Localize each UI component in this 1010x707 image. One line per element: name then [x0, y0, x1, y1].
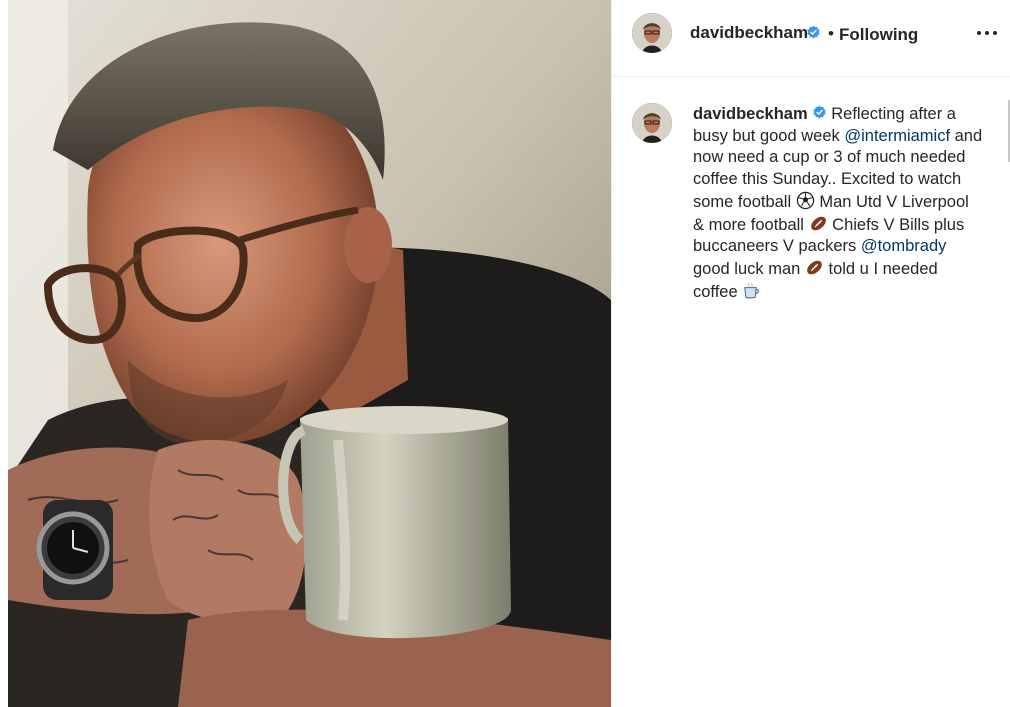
post-sidebar: davidbeckham • Following davidbeckham Re… [611, 0, 1010, 707]
caption-text: good luck man [693, 259, 805, 278]
more-options-button[interactable] [974, 22, 1000, 44]
american-football-emoji-icon [807, 260, 822, 275]
verified-badge-icon [812, 105, 826, 119]
avatar[interactable] [632, 13, 672, 53]
header-username-link[interactable]: davidbeckham [690, 23, 808, 43]
post-header: davidbeckham • Following [612, 0, 1010, 77]
profile-photo-icon [632, 103, 672, 143]
separator-dot: • [828, 24, 834, 43]
mention-link[interactable]: @intermiamicf [844, 127, 950, 145]
more-options-icon [977, 31, 997, 35]
post-photo[interactable] [8, 0, 611, 707]
american-football-emoji-icon [810, 216, 826, 230]
post-photo-illustration [8, 0, 611, 707]
following-button[interactable]: Following [839, 25, 918, 45]
mention-link[interactable]: @tombrady [861, 237, 947, 255]
avatar[interactable] [632, 103, 672, 143]
hot-beverage-emoji-icon [744, 282, 760, 299]
post-caption: davidbeckham Reflecting after a busy but… [693, 104, 983, 303]
caption-username-link[interactable]: davidbeckham [693, 105, 808, 123]
profile-photo-icon [632, 13, 672, 53]
instagram-post: davidbeckham • Following davidbeckham Re… [0, 0, 1010, 707]
soccer-ball-emoji-icon [796, 191, 814, 210]
verified-badge-icon [807, 25, 820, 39]
